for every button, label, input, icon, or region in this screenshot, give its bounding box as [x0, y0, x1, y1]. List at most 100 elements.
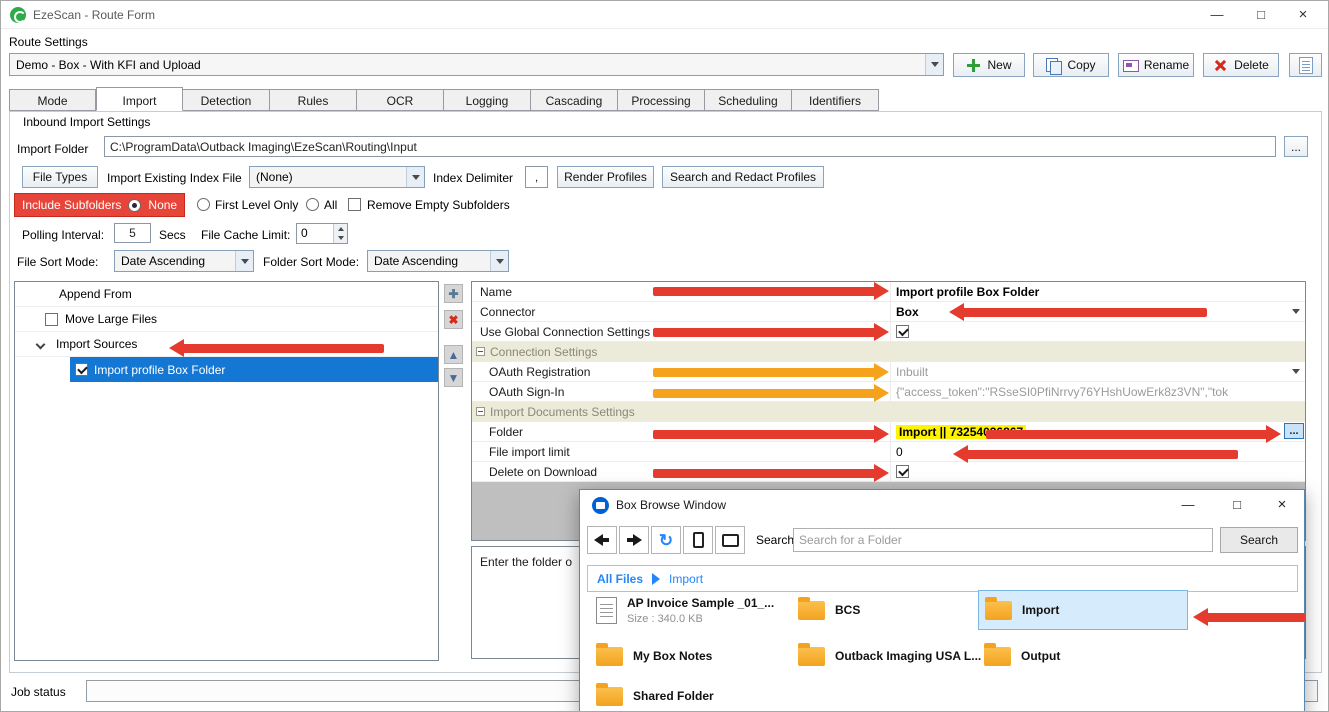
route-settings-label: Route Settings [9, 35, 88, 49]
move-down-button[interactable]: ▼ [444, 368, 463, 387]
back-arrow-icon [594, 534, 610, 546]
tab-ocr[interactable]: OCR [357, 89, 444, 111]
tab-import[interactable]: Import [96, 87, 183, 111]
render-profiles-button[interactable]: Render Profiles [557, 166, 654, 188]
chevron-down-icon[interactable] [1288, 303, 1304, 320]
folder-browse-button[interactable]: ... [1284, 423, 1304, 439]
remove-icon: ✖ [448, 313, 458, 327]
phone-icon [693, 532, 704, 548]
back-button[interactable] [587, 526, 617, 554]
list-item-my-box-notes[interactable]: My Box Notes [590, 638, 785, 674]
property-group-connection-settings[interactable]: Connection Settings [472, 342, 1305, 362]
file-types-button[interactable]: File Types [22, 166, 98, 188]
property-description-text: Enter the folder o [480, 555, 572, 569]
tab-logging[interactable]: Logging [444, 89, 531, 111]
minimize-button[interactable]: — [1200, 1, 1234, 29]
property-value[interactable] [891, 322, 1305, 341]
delete-button[interactable]: Delete [1203, 53, 1279, 77]
rename-button-label: Rename [1144, 58, 1189, 72]
search-label: Search: [756, 533, 797, 547]
close-button[interactable]: × [1286, 1, 1320, 29]
tree-item-import-profile[interactable]: Import profile Box Folder [15, 357, 438, 382]
tab-identifiers[interactable]: Identifiers [792, 89, 879, 111]
stepper-buttons[interactable] [333, 224, 347, 243]
list-item-shared-folder[interactable]: Shared Folder [590, 678, 785, 712]
annotation-arrow-folder [653, 425, 889, 444]
subfolders-all-radio[interactable] [306, 198, 319, 211]
list-item-bcs[interactable]: BCS [792, 590, 972, 630]
tab-scheduling[interactable]: Scheduling [705, 89, 792, 111]
collapse-icon[interactable] [476, 347, 485, 356]
tab-cascading[interactable]: Cascading [531, 89, 618, 111]
delete-on-download-checkbox[interactable] [896, 465, 909, 478]
route-select[interactable]: Demo - Box - With KFI and Upload [9, 53, 944, 76]
property-value[interactable] [891, 462, 1305, 481]
dialog-minimize-button[interactable]: — [1173, 493, 1203, 517]
stepper-up-icon[interactable] [334, 224, 347, 234]
folder-sort-mode-value: Date Ascending [368, 254, 490, 268]
tab-rules[interactable]: Rules [270, 89, 357, 111]
import-existing-select[interactable]: (None) [249, 166, 425, 188]
import-folder-input[interactable] [104, 136, 1276, 157]
dialog-maximize-button[interactable]: □ [1222, 493, 1252, 517]
tab-mode[interactable]: Mode [9, 89, 96, 111]
document-icon [596, 597, 617, 624]
property-group-import-documents[interactable]: Import Documents Settings [472, 402, 1305, 422]
rename-icon [1123, 58, 1138, 73]
file-name: AP Invoice Sample _01_... [627, 596, 774, 610]
tab-detection[interactable]: Detection [183, 89, 270, 111]
search-input[interactable] [793, 528, 1213, 552]
tree-item-move-large-files[interactable]: Move Large Files [15, 307, 438, 332]
search-button[interactable]: Search [1220, 527, 1298, 553]
remove-source-button[interactable]: ✖ [444, 310, 463, 329]
annotation-arrow-oauth-registration [653, 363, 889, 382]
import-existing-label: Import Existing Index File [107, 171, 242, 185]
list-item-import[interactable]: Import [978, 590, 1188, 630]
property-value[interactable]: {"access_token":"RSseSI0PfiNrrvy76YHshUo… [891, 382, 1305, 401]
search-redact-label: Search and Redact Profiles [670, 170, 816, 184]
file-sort-mode-select[interactable]: Date Ascending [114, 250, 254, 272]
dialog-close-button[interactable]: × [1267, 493, 1297, 517]
folder-sort-mode-select[interactable]: Date Ascending [367, 250, 509, 272]
file-cache-limit-stepper[interactable]: 0 [296, 223, 348, 244]
index-delimiter-input[interactable] [525, 166, 548, 188]
move-large-files-checkbox[interactable] [45, 313, 58, 326]
stepper-down-icon[interactable] [334, 234, 347, 244]
rename-button[interactable]: Rename [1118, 53, 1194, 77]
polling-interval-input[interactable] [114, 223, 151, 243]
add-source-button[interactable]: ✚ [444, 284, 463, 303]
chevron-expanded-icon[interactable] [36, 339, 46, 349]
mobile-view-button[interactable] [683, 526, 713, 554]
monitor-icon [722, 534, 739, 547]
move-up-button[interactable]: ▲ [444, 345, 463, 364]
import-folder-browse-button[interactable]: ... [1284, 136, 1308, 157]
property-value[interactable]: Import profile Box Folder [891, 282, 1305, 301]
group-label: Import Documents Settings [490, 405, 635, 419]
list-item-outback-imaging[interactable]: Outback Imaging USA L... [792, 638, 972, 674]
tree-item-append-from[interactable]: Append From [15, 282, 438, 307]
polling-interval-label: Polling Interval: [22, 228, 104, 242]
remove-empty-subfolders-checkbox[interactable] [348, 198, 361, 211]
breadcrumb-all-files[interactable]: All Files [597, 572, 643, 586]
new-button[interactable]: New [953, 53, 1025, 77]
collapse-icon[interactable] [476, 407, 485, 416]
list-item-output[interactable]: Output [978, 638, 1188, 674]
subfolders-first-level-radio[interactable] [197, 198, 210, 211]
chevron-down-icon[interactable] [1288, 363, 1304, 380]
desktop-view-button[interactable] [715, 526, 745, 554]
refresh-button[interactable]: ↻ [651, 526, 681, 554]
forward-button[interactable] [619, 526, 649, 554]
copy-button[interactable]: Copy [1033, 53, 1109, 77]
list-item-ap-invoice[interactable]: AP Invoice Sample _01_... Size : 340.0 K… [590, 590, 785, 630]
maximize-button[interactable]: □ [1244, 1, 1278, 29]
search-redact-profiles-button[interactable]: Search and Redact Profiles [662, 166, 824, 188]
import-profile-checkbox[interactable] [75, 363, 88, 376]
subfolders-none-radio[interactable] [128, 199, 141, 212]
property-value[interactable]: Inbuilt [891, 362, 1305, 381]
route-notes-button[interactable] [1289, 53, 1322, 77]
use-global-checkbox[interactable] [896, 325, 909, 338]
subfolders-all-label: All [324, 198, 337, 212]
tab-processing[interactable]: Processing [618, 89, 705, 111]
property-label: Connector [472, 302, 891, 321]
new-button-label: New [987, 58, 1011, 72]
